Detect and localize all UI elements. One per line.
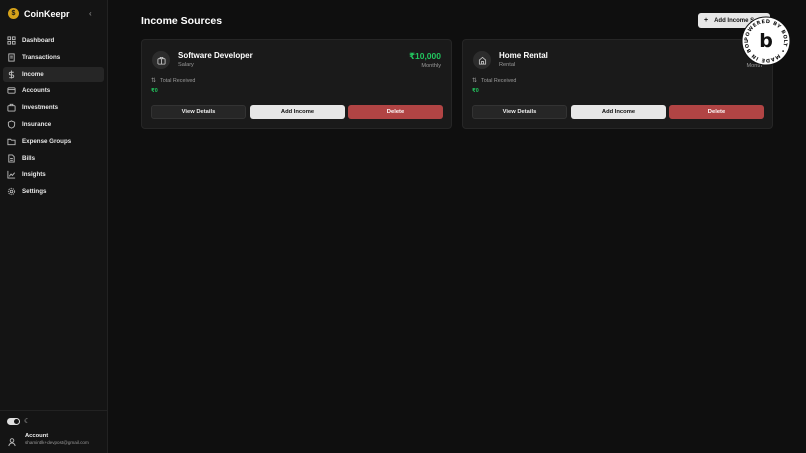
sidebar-footer: ☾ Account shamintlk+devpost@gmail.com (0, 410, 108, 447)
sidebar-item-transactions[interactable]: Transactions (3, 50, 104, 65)
sidebar-item-label: Expense Groups (22, 137, 72, 145)
theme-toggle-row: ☾ (7, 417, 30, 425)
sidebar-item-accounts[interactable]: Accounts (3, 83, 104, 98)
view-details-button[interactable]: View Details (472, 105, 567, 119)
delete-button[interactable]: Delete (348, 105, 443, 119)
plus-icon: + (704, 17, 709, 24)
sidebar-item-label: Transactions (22, 53, 61, 61)
transfer-arrows-icon: ⇅ (151, 78, 157, 84)
toggle-knob (14, 418, 19, 424)
income-source-card: Software Developer Salary ₹10,000 Monthl… (141, 39, 452, 129)
total-received-row: ⇅ Total Received (472, 77, 517, 85)
sidebar-item-insights[interactable]: Insights (3, 167, 104, 182)
sidebar-item-label: Bills (22, 154, 36, 162)
briefcase-icon (7, 103, 16, 112)
sidebar-item-income[interactable]: Income (3, 66, 104, 82)
transfer-arrows-icon: ⇅ (472, 78, 478, 84)
briefcase-icon (152, 51, 170, 69)
total-received-label: Total Received (481, 77, 517, 84)
income-source-title: Home Rental (499, 51, 548, 60)
sidebar-item-label: Insights (22, 171, 46, 179)
income-source-type: Rental (499, 62, 516, 68)
income-source-card: Home Rental Rental ₹ Month ⇅ Total Recei… (462, 39, 773, 129)
user-icon (7, 434, 17, 447)
sidebar-item-settings[interactable]: Settings (3, 184, 104, 199)
income-frequency: Monthly (421, 63, 441, 69)
sidebar: $ CoinKeepr ‹ Dashboard Transactions Inc… (0, 0, 108, 453)
sidebar-item-label: Accounts (22, 87, 51, 95)
page-title: Income Sources (141, 15, 223, 27)
total-received-value: ₹0 (472, 88, 479, 94)
delete-button[interactable]: Delete (669, 105, 764, 119)
income-source-type: Salary (178, 62, 194, 68)
sidebar-nav: Dashboard Transactions Income Accounts I… (3, 33, 104, 201)
bolt-badge[interactable]: POWERED BY BOLT • MADE IN BOLT • b (739, 12, 791, 66)
folder-icon (7, 137, 16, 146)
sidebar-item-label: Investments (22, 104, 59, 112)
dashboard-icon (7, 36, 16, 45)
theme-toggle[interactable] (7, 417, 20, 425)
total-received-label: Total Received (160, 77, 196, 84)
sidebar-item-bills[interactable]: Bills (3, 151, 104, 166)
sidebar-item-expense-groups[interactable]: Expense Groups (3, 134, 104, 149)
view-details-button[interactable]: View Details (151, 105, 246, 119)
sidebar-item-label: Income (22, 70, 44, 78)
gear-icon (7, 187, 16, 196)
credit-card-icon (7, 86, 16, 95)
add-income-button[interactable]: Add Income (571, 105, 666, 119)
collapse-sidebar-icon[interactable]: ‹ (89, 9, 92, 18)
sidebar-item-label: Settings (22, 188, 47, 196)
sidebar-item-investments[interactable]: Investments (3, 100, 104, 115)
sidebar-item-dashboard[interactable]: Dashboard (3, 33, 104, 48)
account-text: Account shamintlk+devpost@gmail.com (25, 433, 89, 445)
brand-name: CoinKeepr (24, 8, 70, 19)
moon-icon: ☾ (24, 418, 31, 425)
brand[interactable]: $ CoinKeepr (8, 8, 70, 19)
coin-logo-icon: $ (8, 8, 19, 19)
account-menu[interactable]: Account shamintlk+devpost@gmail.com (7, 433, 89, 447)
file-icon (7, 154, 16, 163)
sidebar-item-label: Insurance (22, 120, 52, 128)
add-income-button[interactable]: Add Income (250, 105, 345, 119)
shield-icon (7, 120, 16, 129)
bolt-logo-icon: b (759, 30, 773, 52)
receipt-icon (7, 53, 16, 62)
sidebar-item-insurance[interactable]: Insurance (3, 117, 104, 132)
income-amount: ₹10,000 (409, 51, 441, 61)
income-source-title: Software Developer (178, 51, 253, 60)
account-label: Account (25, 433, 49, 439)
home-icon (473, 51, 491, 69)
total-received-value: ₹0 (151, 88, 158, 94)
sidebar-item-label: Dashboard (22, 37, 55, 44)
total-received-row: ⇅ Total Received (151, 77, 196, 85)
dollar-icon (7, 70, 16, 79)
account-email: shamintlk+devpost@gmail.com (25, 440, 89, 445)
chart-icon (7, 170, 16, 179)
